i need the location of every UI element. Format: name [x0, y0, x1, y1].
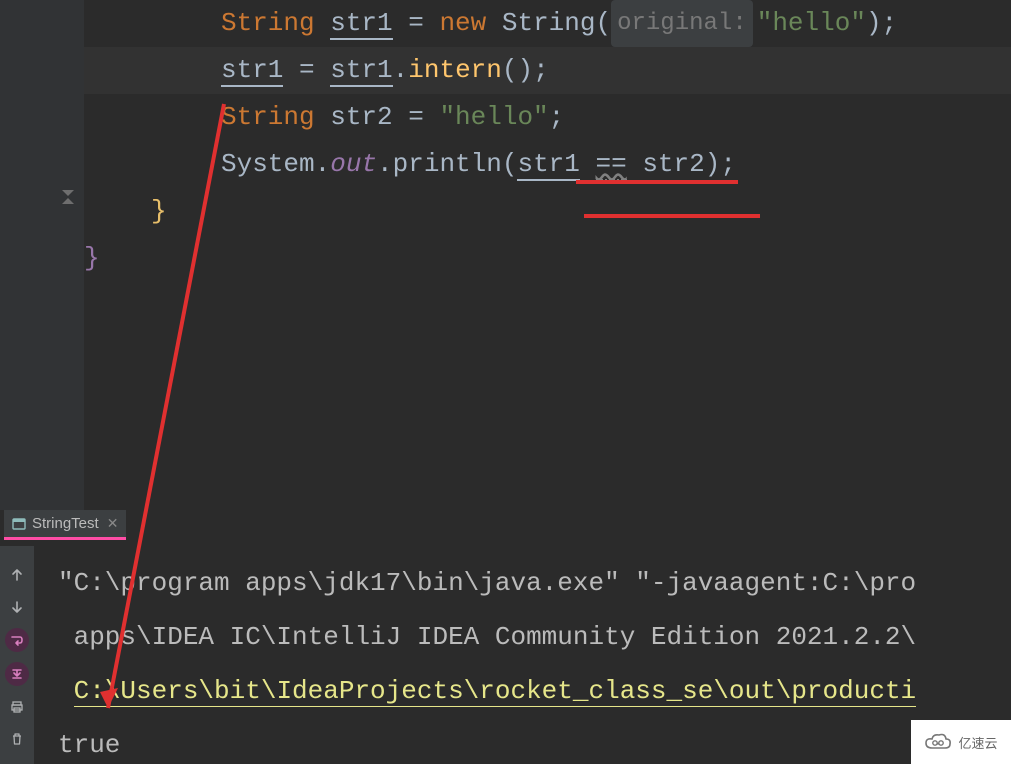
- fold-handle-icon[interactable]: [60, 190, 76, 202]
- code-token: .: [393, 55, 409, 85]
- code-token: );: [866, 8, 897, 38]
- console-link[interactable]: C:\Users\bit\IdeaProjects\rocket_class_s…: [74, 676, 917, 707]
- code-token: "hello": [439, 102, 548, 132]
- code-token: intern: [408, 55, 502, 85]
- trash-icon[interactable]: [6, 728, 28, 750]
- console-text: true: [58, 730, 120, 760]
- code-token: .println(: [377, 149, 517, 179]
- code-token: str2 =: [330, 102, 439, 132]
- run-tool-window: "C:\program apps\jdk17\bin\java.exe" "-j…: [0, 546, 1011, 764]
- code-token: new: [439, 8, 501, 38]
- code-token: [580, 149, 596, 179]
- code-token: ;: [549, 102, 565, 132]
- code-line[interactable]: }: [84, 188, 1011, 235]
- code-token: }: [151, 196, 167, 226]
- code-token: }: [84, 243, 100, 273]
- code-token: out: [330, 149, 377, 179]
- code-token: str1: [330, 8, 392, 40]
- console-line[interactable]: apps\IDEA IC\IntelliJ IDEA Community Edi…: [58, 610, 1011, 664]
- run-tab-label: StringTest: [32, 515, 99, 532]
- code-lines[interactable]: String str1 = new String(original:"hello…: [84, 0, 1011, 282]
- ide-window: { "editor": { "lines": [ { "type": "code…: [0, 0, 1011, 764]
- code-line[interactable]: String str1 = new String(original:"hello…: [84, 0, 1011, 47]
- code-token: str1: [517, 149, 579, 181]
- console-text: [58, 676, 74, 706]
- code-token: String(: [502, 8, 611, 38]
- code-token: System.: [221, 149, 330, 179]
- code-token: "hello": [757, 8, 866, 38]
- close-icon[interactable]: ✕: [105, 515, 121, 532]
- code-token: ();: [502, 55, 549, 85]
- console-line[interactable]: C:\Users\bit\IdeaProjects\rocket_class_s…: [58, 664, 1011, 718]
- print-icon[interactable]: [6, 696, 28, 718]
- editor-gutter: [0, 0, 84, 510]
- code-token: String: [221, 102, 330, 132]
- code-token: =: [393, 8, 440, 38]
- code-token: ==: [596, 149, 627, 181]
- parameter-hint: original:: [611, 0, 753, 47]
- up-stack-icon[interactable]: [6, 564, 28, 586]
- code-line[interactable]: }: [84, 235, 1011, 282]
- code-token: );: [705, 149, 736, 179]
- run-toolbar: [0, 546, 34, 764]
- run-config-icon: [12, 517, 26, 531]
- code-editor[interactable]: String str1 = new String(original:"hello…: [0, 0, 1011, 510]
- soft-wrap-icon[interactable]: [5, 628, 29, 652]
- console-text: "C:\program apps\jdk17\bin\java.exe" "-j…: [58, 568, 916, 598]
- console-text: apps\IDEA IC\IntelliJ IDEA Community Edi…: [58, 622, 916, 652]
- code-token: str2: [627, 149, 705, 179]
- code-token: str1: [221, 55, 283, 87]
- watermark: 亿速云: [911, 720, 1011, 764]
- code-token: str1: [330, 55, 392, 87]
- watermark-text: 亿速云: [958, 733, 997, 752]
- code-token: String: [221, 8, 330, 38]
- run-tab-bar: StringTest ✕: [4, 510, 126, 544]
- down-stack-icon[interactable]: [6, 596, 28, 618]
- code-token: =: [283, 55, 330, 85]
- console-line[interactable]: "C:\program apps\jdk17\bin\java.exe" "-j…: [58, 556, 1011, 610]
- cloud-icon: [924, 732, 952, 752]
- scroll-to-end-icon[interactable]: [5, 662, 29, 686]
- console-line[interactable]: true: [58, 718, 1011, 764]
- code-line[interactable]: str1 = str1.intern();: [84, 47, 1011, 94]
- code-line[interactable]: String str2 = "hello";: [84, 94, 1011, 141]
- code-line[interactable]: System.out.println(str1 == str2);: [84, 141, 1011, 188]
- console-output[interactable]: "C:\program apps\jdk17\bin\java.exe" "-j…: [58, 556, 1011, 764]
- run-tab-stringtest[interactable]: StringTest ✕: [4, 510, 126, 540]
